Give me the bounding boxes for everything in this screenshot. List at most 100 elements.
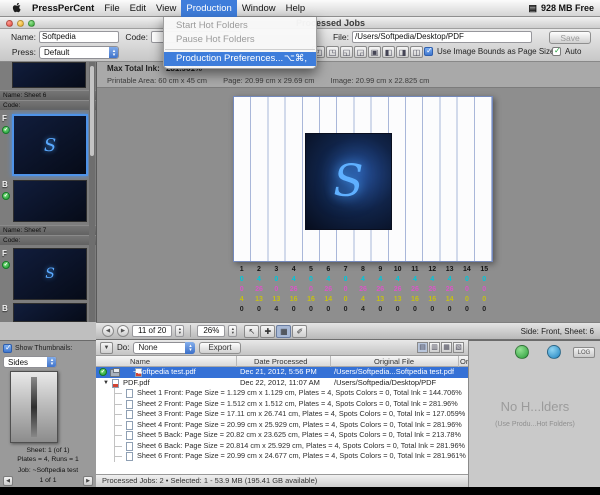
job-date: Dec 22, 2012, 11:07 AM [240,378,320,389]
job-file-input[interactable]: /Users/Softpedia/Desktop/PDF [352,31,532,43]
press-popup[interactable]: Default [39,46,119,59]
column-divider[interactable] [236,356,237,367]
prev-sheet-button[interactable]: ◀ [102,325,114,337]
job-preview-thumbnail[interactable] [10,371,58,443]
menu-item-production-preferences[interactable]: Production Preferences... ⌥⌘, [164,52,316,66]
next-sheet-button[interactable]: ▶ [117,325,129,337]
job-name: ~Softpedia test.pdf [133,367,196,378]
sheet-detail-text: Sheet 5 Back: Page Size = 20.82 cm x 23.… [137,430,461,441]
alignment-button-3[interactable]: ◲ [354,46,367,58]
menu-item-pause-hot-folders[interactable]: Pause Hot Folders [164,33,316,47]
job-row-softpedia-test[interactable]: ✓ ~Softpedia test.pdf Dec 21, 2012, 5:56… [96,367,468,378]
app-menu[interactable]: PressPerCent [27,0,99,17]
job-name-text: Job: ~Softpedia test [0,467,96,474]
disclosure-button[interactable]: ▼ [100,342,113,354]
view-mode-button-3[interactable]: ▧ [453,342,464,353]
tool-button-1[interactable]: ✚ [260,325,275,338]
menu-production[interactable]: Production [181,0,236,17]
do-action-value: None [138,343,157,352]
tool-button-0[interactable]: ↖ [244,325,259,338]
job-row-pdf[interactable]: ▼ PDF.pdf Dec 22, 2012, 11:07 AM /Users/… [96,378,468,389]
sheet-page-icon [126,389,133,398]
header-original-file[interactable]: Original File [374,356,414,367]
popup-arrows-icon [47,356,57,368]
tool-button-2[interactable]: ▦ [276,325,291,338]
sheet5-back-thumbnail[interactable] [12,62,86,88]
tool-button-3[interactable]: ✐ [292,325,307,338]
sheet-detail-row[interactable]: Sheet 1 Front: Page Size = 1.129 cm x 1.… [96,388,468,399]
column-divider[interactable] [458,356,459,367]
column-divider[interactable] [330,356,331,367]
alignment-button-5[interactable]: ◧ [382,46,395,58]
menu-window[interactable]: Window [237,0,281,17]
sides-popup-value: Sides [8,358,28,367]
menu-file[interactable]: File [99,0,124,17]
ink-row-column-numbers: 123456789101112131415 [233,265,493,275]
sheet-detail-row[interactable]: Sheet 6 Front: Page Size = 20.99 cm x 24… [96,451,468,462]
view-mode-button-2[interactable]: ▦ [441,342,452,353]
placed-page-image[interactable]: S [305,133,392,230]
show-thumbnails-checkbox[interactable] [3,344,12,353]
printable-area-text: Printable Area: 60 cm x 45 cm [107,76,207,85]
sheet-detail-text: Sheet 2 Front: Page Size = 1.512 cm x 1.… [137,399,458,410]
tree-line [115,456,122,457]
save-button[interactable]: Save [549,31,591,44]
pager-next-button[interactable]: ▶ [83,476,93,486]
close-button[interactable] [6,20,13,27]
page-stepper[interactable]: ▴ ▾ [175,325,184,337]
export-button[interactable]: Export [199,342,240,354]
memory-status[interactable]: 928 MB Free [541,3,594,13]
zoom-button[interactable] [28,20,35,27]
sides-popup[interactable]: Sides [3,356,57,368]
tree-line [115,414,122,415]
header-date-processed[interactable]: Date Processed [254,356,307,367]
alignment-button-4[interactable]: ▣ [368,46,381,58]
job-name-input[interactable]: Softpedia [39,31,119,43]
code-label: Code: [120,31,148,43]
auto-label: Auto [565,46,581,58]
sheet7-front-thumbnail[interactable]: S [13,248,87,300]
minimize-button[interactable] [17,20,24,27]
sheet-detail-row[interactable]: Sheet 5 Back: Page Size = 20.82 cm x 23.… [96,430,468,441]
sidebar-scrollbar[interactable] [89,62,95,322]
menu-help[interactable]: Help [281,0,311,17]
ink-row-black-coverage: 004000040000000 [233,305,493,315]
zoom-level-field[interactable]: 26% [197,325,225,337]
sheet-detail-row[interactable]: Sheet 3 Front: Page Size = 17.11 cm x 26… [96,409,468,420]
sheet-preview[interactable]: S [233,96,493,262]
sheet-detail-row[interactable]: Sheet 4 Front: Page Size = 20.99 cm x 25… [96,420,468,431]
alignment-button-6[interactable]: ◨ [396,46,409,58]
sheet6-front-thumbnail[interactable]: S [12,114,88,176]
sheet-detail-row[interactable]: Sheet 6 Back: Page Size = 20.814 cm x 25… [96,441,468,452]
sheet-page-icon [126,452,133,461]
view-mode-button-1[interactable]: ▥ [429,342,440,353]
jobs-status-bar: Processed Jobs: 2 • Selected: 1 - 53.9 M… [96,474,468,487]
row-disclosure-icon[interactable]: ▼ [103,378,109,389]
alignment-button-2[interactable]: ◱ [340,46,353,58]
sheet6-name-strip: Name: Sheet 6 [0,90,96,100]
sheet-detail-text: Sheet 6 Back: Page Size = 20.814 cm x 25… [137,441,465,452]
start-hot-folders-button[interactable] [515,345,529,359]
alignment-button-1[interactable]: ◳ [326,46,339,58]
pause-hot-folders-button[interactable] [547,345,561,359]
sidebar-scrollbar-thumb[interactable] [90,66,94,156]
processed-jobs-panel: ▼ Do: None Export ▤▥▦▧ Name Date Process… [96,340,468,487]
menu-edit[interactable]: Edit [125,0,151,17]
do-action-popup[interactable]: None [133,342,195,354]
sheet-page-icon [126,431,133,440]
alignment-button-7[interactable]: ◫ [410,46,423,58]
menu-item-start-hot-folders[interactable]: Start Hot Folders [164,19,316,33]
apple-menu[interactable] [6,3,27,14]
view-mode-button-0[interactable]: ▤ [417,342,428,353]
menu-view[interactable]: View [151,0,181,17]
zoom-stepper[interactable]: ▴ ▾ [228,325,237,337]
sheet7-back-thumbnail[interactable] [13,303,87,322]
log-button[interactable]: LOG [573,347,595,358]
sheet6-back-thumbnail[interactable] [13,180,87,222]
use-image-bounds-checkbox[interactable] [424,47,433,56]
header-orig[interactable]: Orig [460,356,468,367]
auto-checkbox[interactable] [552,47,561,56]
sheet-detail-text: Sheet 6 Front: Page Size = 20.99 cm x 24… [137,451,466,462]
header-name[interactable]: Name [130,356,150,367]
sheet-detail-row[interactable]: Sheet 2 Front: Page Size = 1.512 cm x 1.… [96,399,468,410]
